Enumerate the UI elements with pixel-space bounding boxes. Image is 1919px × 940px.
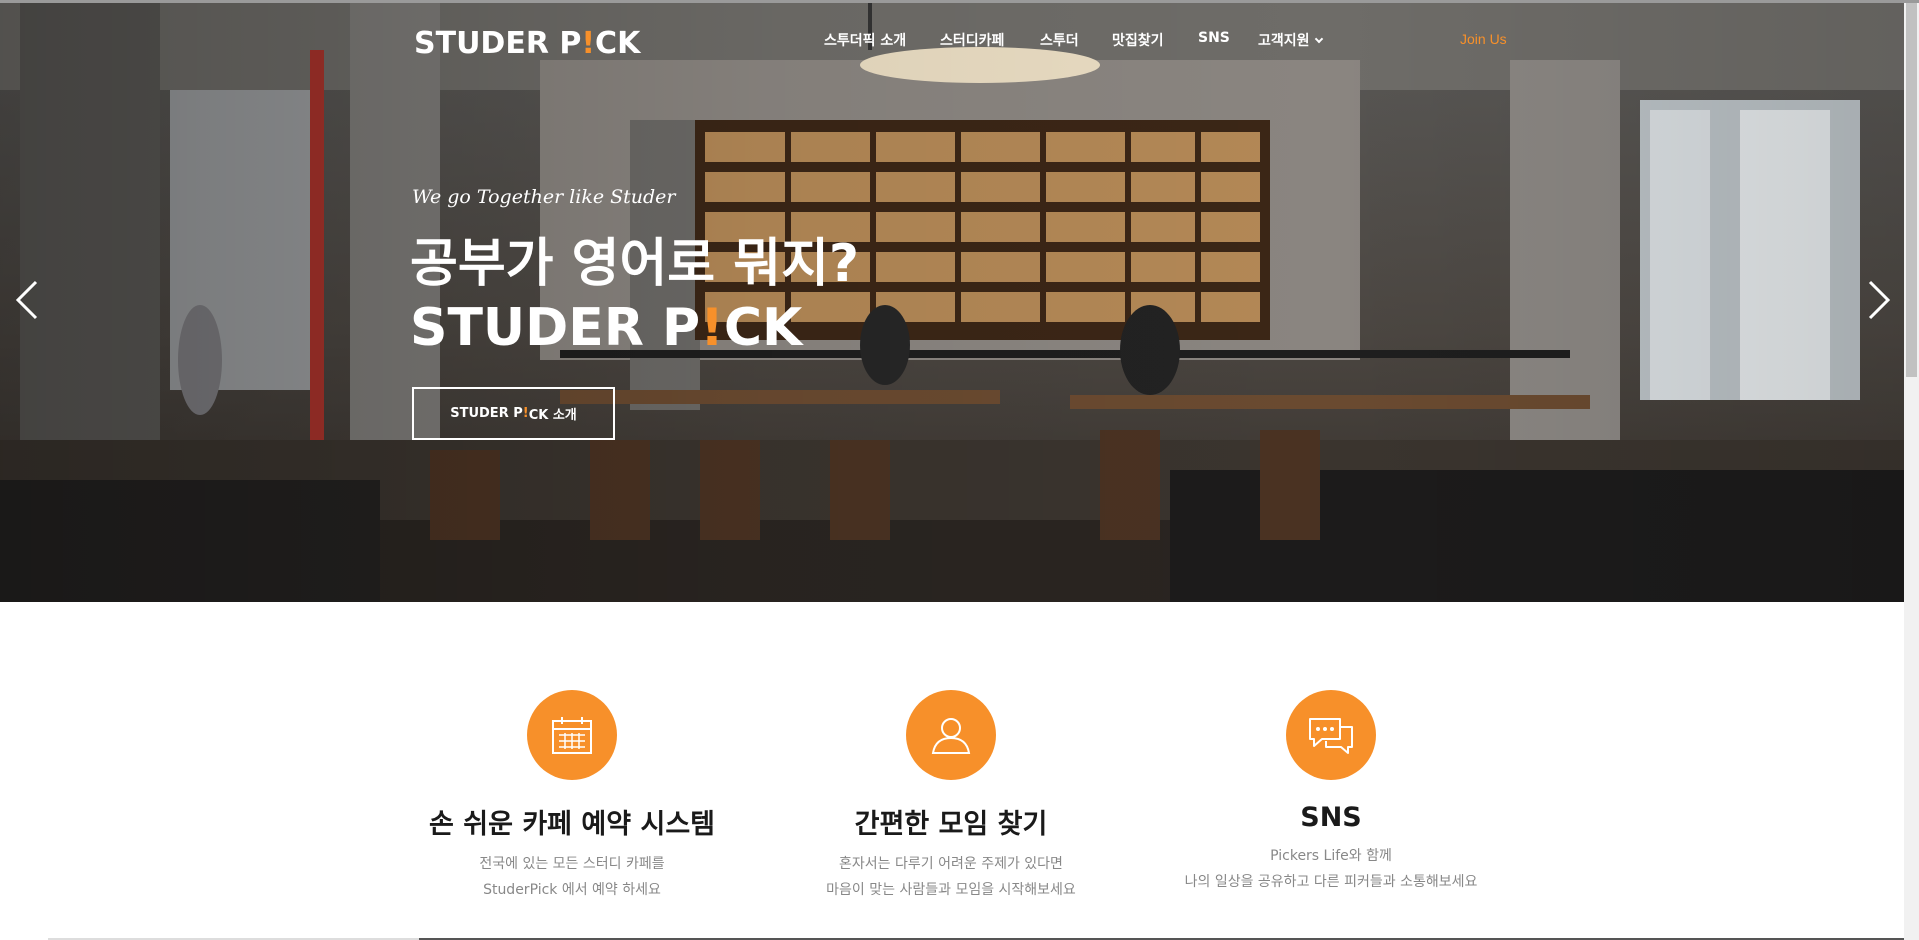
join-us-link[interactable]: Join Us — [1460, 31, 1507, 47]
feature-reservation: 손 쉬운 카페 예약 시스템 전국에 있는 모든 스터디 카페를 StuderP… — [362, 690, 782, 903]
page-scrollbar[interactable] — [1904, 0, 1919, 940]
feature-title: 손 쉬운 카페 예약 시스템 — [429, 809, 715, 840]
nav-item-about[interactable]: 스투더픽 소개 — [824, 30, 906, 50]
hero-title-line1: 공부가 영어로 뭐지? — [410, 234, 860, 294]
feature-description-line2: StuderPick 에서 예약 하세요 — [483, 882, 661, 898]
carousel-next-arrow-icon[interactable] — [1864, 280, 1894, 320]
nav-item-studer[interactable]: 스투더 — [1040, 30, 1079, 50]
user-icon — [906, 690, 996, 780]
scrollbar-thumb[interactable] — [1906, 2, 1917, 377]
logo-text-end: CK — [595, 26, 641, 61]
feature-description: 혼자서는 다루기 어려운 주제가 있다면 마음이 맞는 사람들과 모임을 시작해… — [741, 851, 1161, 903]
page: STUDER P!CK 스투더픽 소개 스터디카페 스투더 맛집찾기 SNS 고… — [0, 0, 1919, 940]
nav-item-study-cafe[interactable]: 스터디카페 — [940, 30, 1004, 50]
feature-description: 전국에 있는 모든 스터디 카페를 StuderPick 에서 예약 하세요 — [362, 851, 782, 903]
feature-description-line1: 혼자서는 다루기 어려운 주제가 있다면 — [839, 856, 1063, 872]
about-button-label-end: CK 소개 — [528, 408, 577, 423]
chat-icon — [1286, 690, 1376, 780]
nav-item-support-label: 고객지원 — [1258, 33, 1310, 49]
chevron-down-icon — [1314, 34, 1323, 44]
window-top-edge — [0, 0, 1919, 3]
about-button-label-start: STUDER P — [450, 406, 523, 421]
feature-sns: SNS Pickers Life와 함께 나의 일상을 공유하고 다른 피커들과… — [1121, 690, 1541, 895]
nav-item-restaurants[interactable]: 맛집찾기 — [1112, 30, 1164, 50]
hero-carousel: STUDER P!CK 스투더픽 소개 스터디카페 스투더 맛집찾기 SNS 고… — [0, 0, 1904, 602]
nav-item-support[interactable]: 고객지원 — [1258, 30, 1323, 50]
feature-title: 간편한 모임 찾기 — [854, 809, 1048, 840]
hero-title-accent: ! — [700, 298, 724, 358]
feature-description-line2: 나의 일상을 공유하고 다른 피커들과 소통해보세요 — [1184, 874, 1478, 890]
hero-subtitle: We go Together like Studer — [412, 186, 676, 208]
hero-title-brand-end: CK — [723, 298, 803, 358]
feature-description-line2: 마음이 맞는 사람들과 모임을 시작해보세요 — [826, 882, 1076, 898]
feature-description: Pickers Life와 함께 나의 일상을 공유하고 다른 피커들과 소통해… — [1121, 843, 1541, 895]
calendar-icon — [527, 690, 617, 780]
feature-title: SNS — [1300, 802, 1362, 833]
logo-text-start: STUDER P — [414, 26, 582, 61]
feature-description-line1: Pickers Life와 함께 — [1270, 848, 1392, 864]
nav-item-sns[interactable]: SNS — [1198, 30, 1230, 46]
about-button[interactable]: STUDER P! CK 소개 — [412, 387, 615, 440]
logo-accent: ! — [581, 26, 596, 61]
hero-title-line2: STUDER P!CK — [410, 296, 859, 360]
feature-description-line1: 전국에 있는 모든 스터디 카페를 — [479, 856, 665, 872]
hero-overlay — [0, 0, 1904, 602]
hero-title-brand-start: STUDER P — [410, 298, 701, 358]
site-logo[interactable]: STUDER P!CK — [414, 26, 640, 61]
hero-title: 공부가 영어로 뭐지? STUDER P!CK — [410, 232, 859, 360]
carousel-prev-arrow-icon[interactable] — [12, 280, 42, 320]
feature-group: 간편한 모임 찾기 혼자서는 다루기 어려운 주제가 있다면 마음이 맞는 사람… — [741, 690, 1161, 903]
